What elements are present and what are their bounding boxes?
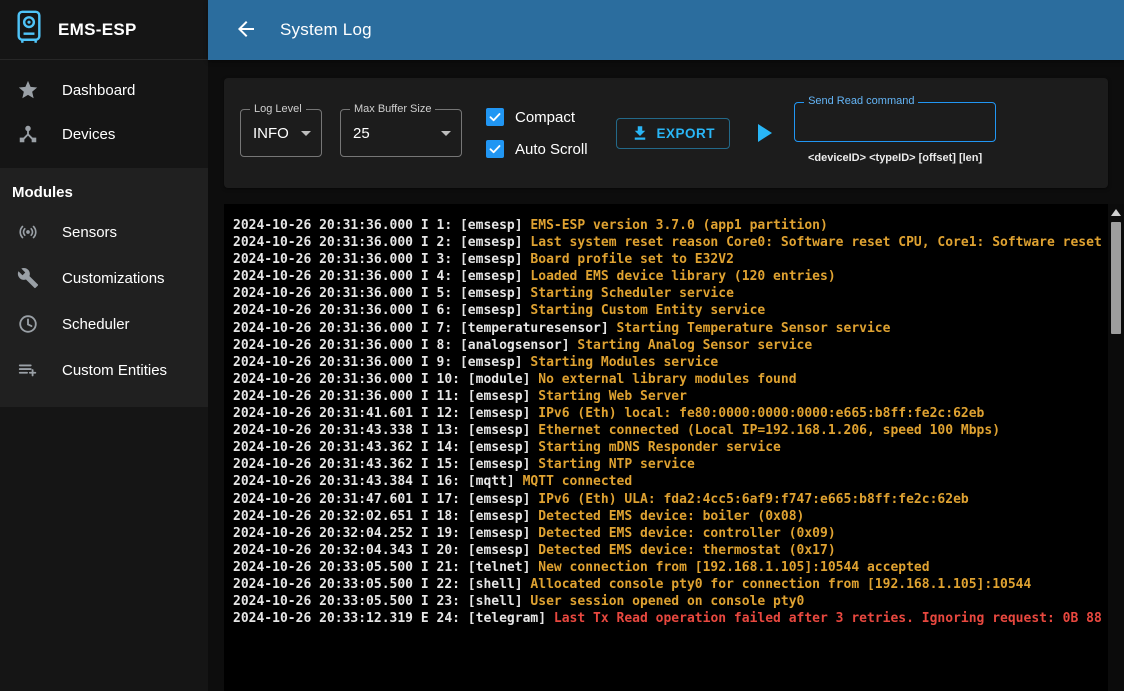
sidebar-nav: Dashboard Devices bbox=[0, 60, 208, 168]
log-output[interactable]: 2024-10-26 20:31:36.000 I 1: [emsesp] EM… bbox=[224, 204, 1124, 691]
sidebar-item-label: Devices bbox=[62, 126, 115, 143]
sidebar-item-dashboard[interactable]: Dashboard bbox=[0, 68, 208, 112]
log-line: 2024-10-26 20:33:05.500 I 23: [shell] Us… bbox=[233, 593, 1104, 610]
send-read-label: Send Read command bbox=[804, 95, 918, 107]
page-title: System Log bbox=[280, 20, 372, 40]
max-buffer-value: 25 bbox=[353, 125, 370, 142]
download-icon bbox=[631, 124, 649, 142]
ems-esp-logo-icon bbox=[14, 10, 44, 49]
sidebar-item-label: Customizations bbox=[62, 270, 165, 287]
checkbox-group: Compact Auto Scroll bbox=[486, 108, 588, 158]
log-line: 2024-10-26 20:32:02.651 I 18: [emsesp] D… bbox=[233, 508, 1104, 525]
log-line: 2024-10-26 20:31:43.362 I 15: [emsesp] S… bbox=[233, 456, 1104, 473]
sidebar-item-label: Custom Entities bbox=[62, 362, 167, 379]
log-line: 2024-10-26 20:31:41.601 I 12: [emsesp] I… bbox=[233, 405, 1104, 422]
send-command-icon[interactable] bbox=[758, 124, 772, 142]
checkbox-label: Auto Scroll bbox=[515, 141, 588, 158]
sidebar-item-label: Dashboard bbox=[62, 82, 135, 99]
sidebar-header: EMS-ESP bbox=[0, 0, 208, 60]
checkbox-label: Compact bbox=[515, 109, 575, 126]
chevron-down-icon bbox=[441, 131, 451, 136]
log-line: 2024-10-26 20:31:36.000 I 5: [emsesp] St… bbox=[233, 285, 1104, 302]
export-button[interactable]: EXPORT bbox=[616, 118, 731, 149]
log-line: 2024-10-26 20:31:36.000 I 9: [emsesp] St… bbox=[233, 354, 1104, 371]
log-line: 2024-10-26 20:33:12.319 E 24: [telegram]… bbox=[233, 610, 1104, 627]
export-button-label: EXPORT bbox=[657, 126, 716, 141]
tools-icon bbox=[16, 266, 40, 290]
log-line: 2024-10-26 20:31:36.000 I 2: [emsesp] La… bbox=[233, 234, 1104, 251]
log-line: 2024-10-26 20:33:05.500 I 21: [telnet] N… bbox=[233, 559, 1104, 576]
max-buffer-select[interactable]: Max Buffer Size 25 bbox=[340, 109, 462, 157]
scrollbar-up-arrow-icon[interactable] bbox=[1111, 209, 1121, 216]
sidebar: EMS-ESP Dashboard Devices bbox=[0, 0, 208, 691]
log-line: 2024-10-26 20:31:36.000 I 1: [emsesp] EM… bbox=[233, 217, 1104, 234]
sensors-icon bbox=[16, 220, 40, 244]
send-read-input-wrap: Send Read command bbox=[794, 102, 996, 142]
log-line: 2024-10-26 20:32:04.343 I 20: [emsesp] D… bbox=[233, 542, 1104, 559]
sidebar-item-devices[interactable]: Devices bbox=[0, 112, 208, 156]
sidebar-item-scheduler[interactable]: Scheduler bbox=[0, 301, 208, 347]
log-line: 2024-10-26 20:31:36.000 I 11: [emsesp] S… bbox=[233, 388, 1104, 405]
log-line: 2024-10-26 20:31:36.000 I 8: [analogsens… bbox=[233, 337, 1104, 354]
auto-scroll-checkbox[interactable]: Auto Scroll bbox=[486, 140, 588, 158]
playlist-add-icon bbox=[16, 358, 40, 382]
compact-checkbox[interactable]: Compact bbox=[486, 108, 588, 126]
chevron-down-icon bbox=[301, 131, 311, 136]
modules-section-title: Modules bbox=[0, 174, 208, 209]
log-line: 2024-10-26 20:31:36.000 I 3: [emsesp] Bo… bbox=[233, 251, 1104, 268]
log-lines: 2024-10-26 20:31:36.000 I 1: [emsesp] EM… bbox=[233, 217, 1104, 627]
modules-section: Modules Sensors bbox=[0, 168, 208, 407]
log-line: 2024-10-26 20:31:36.000 I 4: [emsesp] Lo… bbox=[233, 268, 1104, 285]
send-read-helper: <deviceID> <typeID> [offset] [len] bbox=[794, 152, 996, 164]
log-line: 2024-10-26 20:31:47.601 I 17: [emsesp] I… bbox=[233, 491, 1104, 508]
sidebar-item-custom-entities[interactable]: Custom Entities bbox=[0, 347, 208, 393]
log-level-label: Log Level bbox=[250, 103, 306, 115]
log-line: 2024-10-26 20:32:04.252 I 19: [emsesp] D… bbox=[233, 525, 1104, 542]
device-hub-icon bbox=[16, 122, 40, 146]
log-line: 2024-10-26 20:33:05.500 I 22: [shell] Al… bbox=[233, 576, 1104, 593]
app-root: EMS-ESP Dashboard Devices bbox=[0, 0, 1124, 691]
max-buffer-label: Max Buffer Size bbox=[350, 103, 435, 115]
send-read-input[interactable] bbox=[795, 103, 995, 141]
send-read-field: Send Read command <deviceID> <typeID> [o… bbox=[794, 102, 996, 164]
sidebar-item-customizations[interactable]: Customizations bbox=[0, 255, 208, 301]
sidebar-item-sensors[interactable]: Sensors bbox=[0, 209, 208, 255]
back-button[interactable] bbox=[232, 16, 260, 44]
log-scrollbar[interactable] bbox=[1108, 204, 1124, 691]
schedule-icon bbox=[16, 312, 40, 336]
sidebar-item-label: Sensors bbox=[62, 224, 117, 241]
star-icon bbox=[16, 78, 40, 102]
log-line: 2024-10-26 20:31:43.384 I 16: [mqtt] MQT… bbox=[233, 473, 1104, 490]
log-level-select[interactable]: Log Level INFO bbox=[240, 109, 322, 157]
log-line: 2024-10-26 20:31:36.000 I 6: [emsesp] St… bbox=[233, 302, 1104, 319]
content: Log Level INFO Max Buffer Size 25 bbox=[208, 60, 1124, 691]
log-controls-card: Log Level INFO Max Buffer Size 25 bbox=[224, 78, 1108, 188]
sidebar-item-label: Scheduler bbox=[62, 316, 130, 333]
checkbox-check-icon bbox=[486, 108, 504, 126]
arrow-back-icon bbox=[234, 17, 258, 44]
checkbox-check-icon bbox=[486, 140, 504, 158]
log-line: 2024-10-26 20:31:43.362 I 14: [emsesp] S… bbox=[233, 439, 1104, 456]
log-line: 2024-10-26 20:31:36.000 I 7: [temperatur… bbox=[233, 320, 1104, 337]
appbar: System Log bbox=[208, 0, 1124, 60]
log-level-value: INFO bbox=[253, 125, 289, 142]
log-line: 2024-10-26 20:31:43.338 I 13: [emsesp] E… bbox=[233, 422, 1104, 439]
main-area: System Log Log Level INFO Max Buffer Siz… bbox=[208, 0, 1124, 691]
app-title: EMS-ESP bbox=[58, 20, 137, 40]
scrollbar-thumb[interactable] bbox=[1111, 222, 1121, 334]
log-line: 2024-10-26 20:31:36.000 I 10: [module] N… bbox=[233, 371, 1104, 388]
